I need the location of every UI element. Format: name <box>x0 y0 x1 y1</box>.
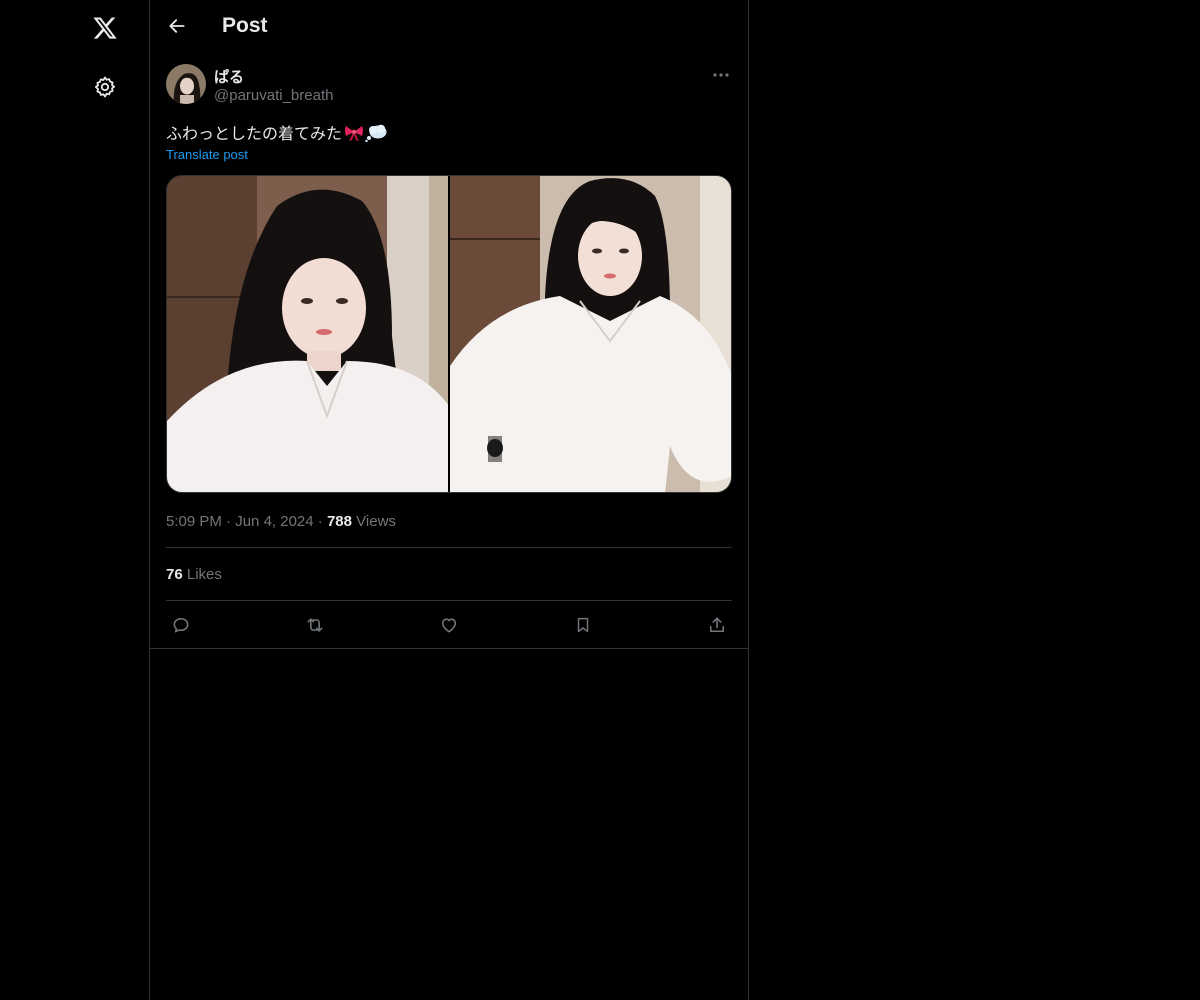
meta-separator: · <box>226 513 232 530</box>
views-label: Views <box>356 513 396 530</box>
gear-icon[interactable] <box>91 73 119 101</box>
left-nav-rail <box>0 0 149 1000</box>
thought-bubble-emoji <box>365 124 387 143</box>
likes-count: 76 <box>166 566 183 583</box>
page-title: Post <box>222 14 268 37</box>
divider <box>166 547 732 548</box>
post-time[interactable]: 5:09 PM <box>166 513 222 530</box>
share-icon[interactable] <box>704 612 730 638</box>
ribbon-emoji <box>344 124 364 142</box>
likes-label: Likes <box>186 566 222 583</box>
post-photo-1[interactable] <box>167 176 448 492</box>
likes-summary[interactable]: 76 Likes <box>166 566 222 583</box>
post-date[interactable]: Jun 4, 2024 <box>235 513 313 530</box>
avatar[interactable] <box>166 64 206 104</box>
x-logo-icon[interactable] <box>89 12 121 44</box>
divider <box>150 648 748 649</box>
post-photo-2[interactable] <box>450 176 731 492</box>
more-dots-icon[interactable] <box>712 66 730 84</box>
divider <box>166 600 732 601</box>
meta-separator: · <box>317 513 323 530</box>
back-arrow-icon[interactable] <box>164 13 190 39</box>
page: Post ぱる @paruvati_breath ふわっとしたの着てみた Tra… <box>0 0 1200 1000</box>
post-media <box>166 175 732 493</box>
bookmark-icon[interactable] <box>570 612 596 638</box>
post-meta: 5:09 PM · Jun 4, 2024 · 788 Views <box>166 513 396 530</box>
translate-post-link[interactable]: Translate post <box>166 147 248 162</box>
page-header: Post <box>150 0 748 53</box>
like-icon[interactable] <box>436 612 462 638</box>
post-text-content: ふわっとしたの着てみた <box>166 126 343 143</box>
post-actions <box>166 612 732 638</box>
main-column: Post ぱる @paruvati_breath ふわっとしたの着てみた Tra… <box>149 0 749 1000</box>
author-name[interactable]: ぱる <box>214 66 244 87</box>
reply-icon[interactable] <box>168 612 194 638</box>
views-count: 788 <box>326 513 352 530</box>
author-handle[interactable]: @paruvati_breath <box>214 87 333 104</box>
repost-icon[interactable] <box>302 612 328 638</box>
post-text: ふわっとしたの着てみた <box>166 120 387 144</box>
